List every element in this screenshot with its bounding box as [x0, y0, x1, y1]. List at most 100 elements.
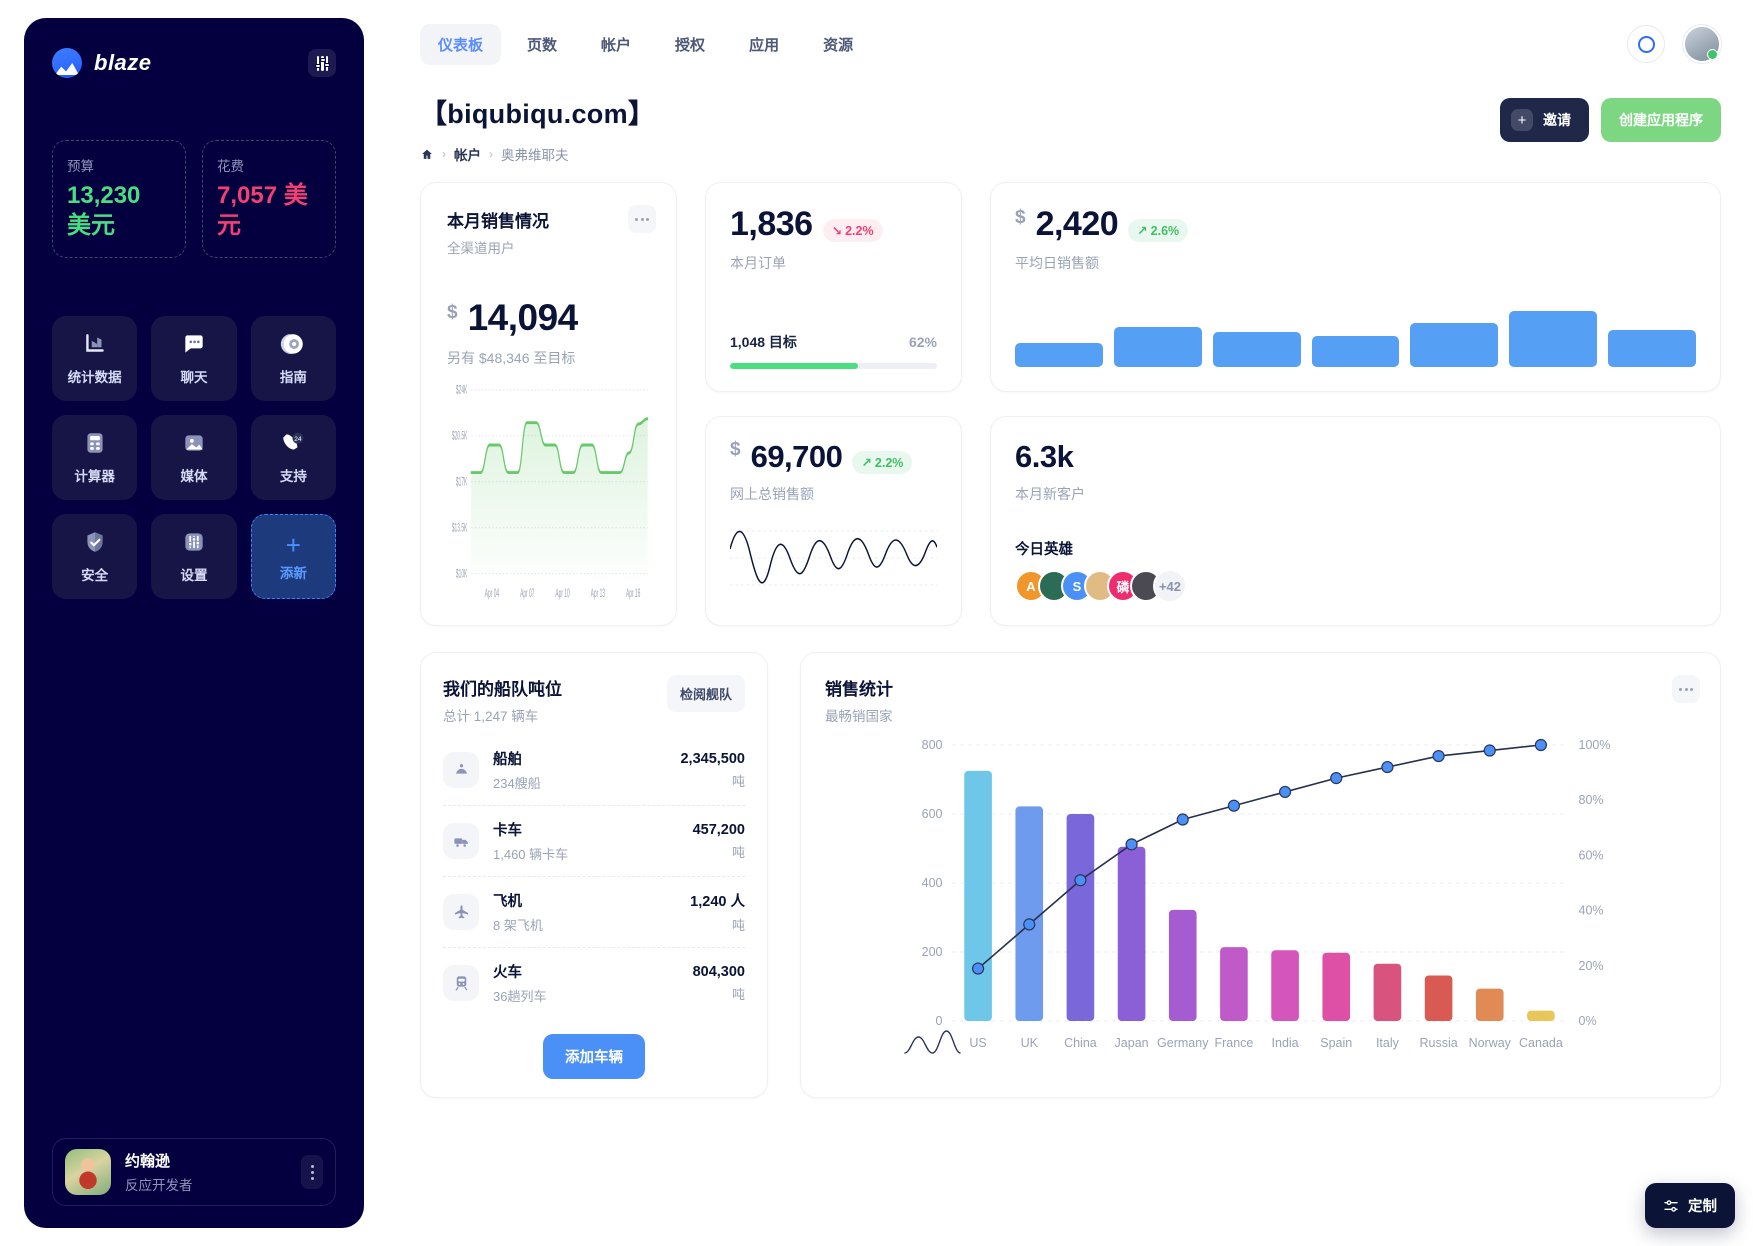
bar[interactable]: [1117, 846, 1146, 1021]
fleet-row-icon-wrap: [443, 752, 479, 788]
home-icon[interactable]: [420, 148, 434, 161]
fleet-row-meta: 36趟列车: [493, 989, 547, 1004]
online-sales-card: $ 69,700 ↗ 2.2% 网上总销售额: [705, 416, 962, 626]
monthly-sales-menu-button[interactable]: [628, 205, 656, 233]
search-button[interactable]: [1627, 25, 1665, 63]
y-axis-tick-label: $13.5K: [452, 521, 468, 534]
create-app-button[interactable]: 创建应用程序: [1601, 98, 1721, 142]
page-title: 【biqubiqu.com】: [420, 99, 656, 129]
sidebar-tile-support[interactable]: 24 支持: [250, 415, 336, 500]
tile-label: 指南: [279, 370, 307, 385]
spend-value: 7,057 美元: [217, 182, 308, 239]
bar[interactable]: [1066, 814, 1095, 1021]
brand[interactable]: blaze: [52, 48, 152, 78]
tab-resources[interactable]: 资源: [805, 24, 871, 65]
fleet-row-unit: 吨: [731, 986, 745, 1002]
fleet-row-unit: 吨: [731, 773, 745, 789]
orders-goal-label: 1,048 目标: [730, 334, 797, 350]
sidebar-tile-security[interactable]: 安全: [52, 514, 138, 599]
bar[interactable]: [1168, 909, 1197, 1021]
cumulative-point[interactable]: [971, 962, 985, 975]
y-axis-tick-label: 400: [922, 876, 943, 890]
cumulative-point[interactable]: [1125, 838, 1138, 851]
inspect-fleet-button[interactable]: 检阅舰队: [666, 675, 745, 712]
cumulative-point[interactable]: [1381, 760, 1394, 774]
bar[interactable]: [1373, 963, 1402, 1021]
secondary-y-axis-tick-label: 20%: [1579, 959, 1604, 973]
cumulative-point[interactable]: [1023, 918, 1036, 931]
tab-authorization[interactable]: 授权: [657, 24, 723, 65]
customize-button[interactable]: 定制: [1645, 1183, 1735, 1228]
arrow-down-icon: ↘: [831, 224, 843, 238]
tab-dashboard[interactable]: 仪表板: [420, 23, 502, 65]
sales-stats-subtitle: 最畅销国家: [825, 709, 893, 724]
sidebar-tile-media[interactable]: 媒体: [151, 415, 237, 500]
page-header-actions: + 邀请 创建应用程序: [1500, 98, 1721, 142]
orders-card: 1,836 ↘ 2.2% 本月订单 1,048 目标 62%: [705, 182, 962, 392]
fleet-row[interactable]: 火车 36趟列车 804,300 吨: [443, 948, 745, 1018]
cumulative-point[interactable]: [1227, 799, 1241, 812]
x-axis-tick-label: Japan: [1115, 1036, 1149, 1050]
new-customers-card: 6.3k 本月新客户 今日英雄 A S 磷 +42: [990, 416, 1721, 626]
cumulative-point[interactable]: [1330, 772, 1343, 785]
fleet-row-icon-wrap: [443, 965, 479, 1001]
phone-24-icon: 24: [283, 432, 304, 450]
brush-chart-icon[interactable]: [904, 1030, 961, 1054]
cumulative-point[interactable]: [1278, 785, 1292, 799]
invite-button[interactable]: + 邀请: [1500, 98, 1589, 142]
fleet-row[interactable]: 船舶 234艘船 2,345,500 吨: [443, 735, 745, 806]
compass-icon: [281, 334, 304, 354]
sidebar-tile-calculator[interactable]: 计算器: [52, 415, 138, 500]
x-axis-tick-label: Apr 16: [626, 587, 640, 600]
sidebar-tile-guide[interactable]: 指南: [250, 316, 336, 401]
hero-more-count[interactable]: +42: [1153, 569, 1187, 603]
bar[interactable]: [1271, 950, 1299, 1021]
cumulative-point[interactable]: [1074, 874, 1087, 887]
svg-text:24: 24: [295, 436, 303, 443]
x-axis-tick-label: Norway: [1469, 1036, 1512, 1050]
sidebar-tile-add-new[interactable]: + 添新: [250, 514, 336, 599]
currency-symbol: $: [447, 302, 458, 323]
sidebar-tile-settings[interactable]: 设置: [151, 514, 237, 599]
fleet-row-value: 804,300: [692, 963, 745, 980]
mini-bar: [1410, 323, 1499, 367]
bar[interactable]: [1322, 952, 1351, 1021]
tab-pages[interactable]: 页数: [509, 24, 575, 65]
avg-daily-sales-card: $ 2,420 ↗ 2.6% 平均日销售额: [990, 182, 1721, 392]
account-avatar-button[interactable]: [1683, 25, 1721, 63]
add-vehicle-button[interactable]: 添加车辆: [543, 1034, 645, 1079]
sales-stats-menu-button[interactable]: [1672, 675, 1700, 703]
sidebar-settings-button[interactable]: [308, 49, 336, 77]
cumulative-point[interactable]: [1432, 749, 1445, 763]
fleet-row[interactable]: 飞机 8 架飞机 1,240 人吨: [443, 877, 745, 948]
y-axis-tick-label: 800: [922, 738, 943, 752]
tile-label: 媒体: [180, 469, 208, 484]
x-axis-tick-label: Apr 10: [555, 587, 569, 600]
bottom-card-grid: 我们的船队吨位 总计 1,247 辆车 检阅舰队 船舶 234艘船 2,345,50…: [420, 652, 1721, 1098]
cumulative-point[interactable]: [1176, 813, 1189, 826]
fleet-row-name: 火车: [493, 965, 522, 981]
kebab-menu-icon: [635, 217, 638, 221]
cumulative-point[interactable]: [1534, 738, 1548, 752]
sparkline-path: [730, 530, 937, 584]
bar[interactable]: [1220, 947, 1248, 1021]
heroes-avatar-stack[interactable]: A S 磷 +42: [1015, 569, 1696, 603]
bar[interactable]: [1475, 988, 1504, 1021]
sidebar-tile-stats[interactable]: 统计数据: [52, 316, 138, 401]
breadcrumb-item-account[interactable]: 帐户: [454, 144, 481, 164]
y-axis-tick-label: 0: [936, 1014, 943, 1028]
tab-apps[interactable]: 应用: [731, 24, 797, 65]
sidebar-profile[interactable]: 约翰逊 反应开发者: [52, 1138, 336, 1206]
bar[interactable]: [1527, 1010, 1555, 1021]
tab-accounts[interactable]: 帐户: [583, 24, 649, 65]
bar[interactable]: [964, 770, 992, 1021]
bar[interactable]: [1015, 806, 1044, 1021]
invite-button-label: 邀请: [1543, 112, 1571, 128]
fleet-row[interactable]: 卡车 1,460 辆卡车 457,200 吨: [443, 806, 745, 877]
profile-menu-button[interactable]: [301, 1155, 323, 1189]
budget-kpi: 预算 13,230 美元: [52, 140, 186, 258]
cumulative-point[interactable]: [1483, 744, 1496, 757]
bar[interactable]: [1424, 975, 1453, 1021]
sidebar-tile-chat[interactable]: 聊天: [151, 316, 237, 401]
